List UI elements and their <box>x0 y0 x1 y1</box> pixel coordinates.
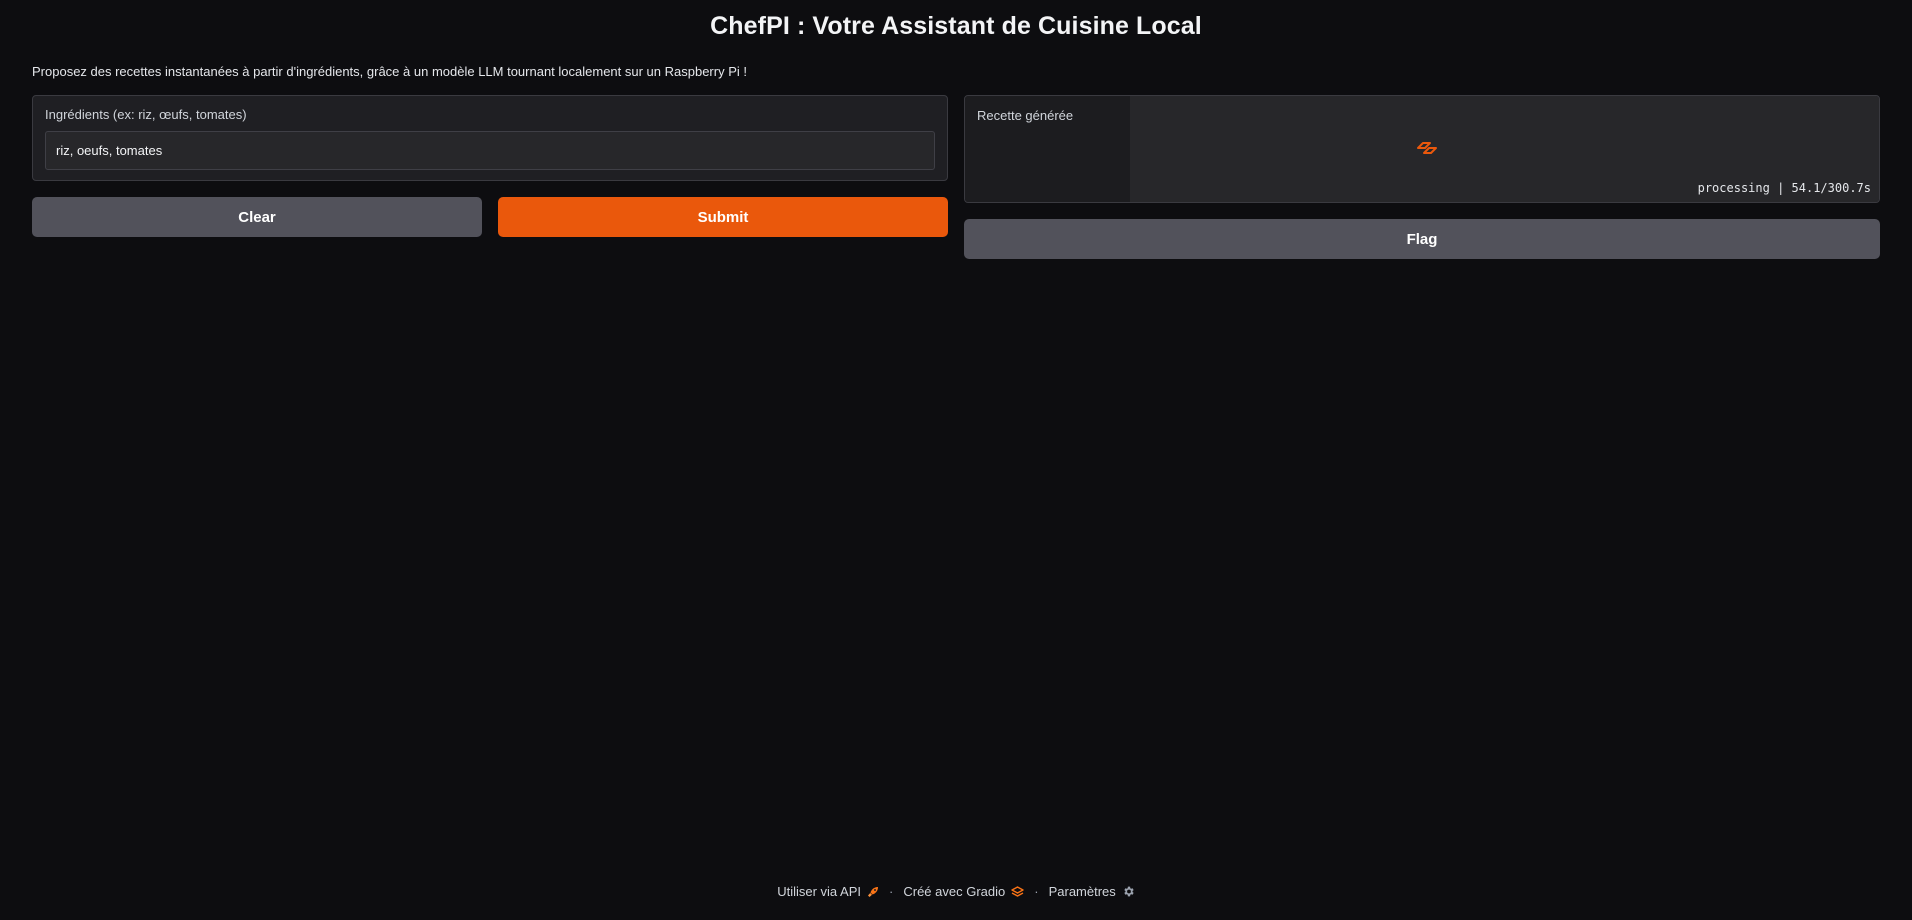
page-description: Proposez des recettes instantanées à par… <box>32 64 747 79</box>
settings-link[interactable]: Paramètres <box>1049 884 1135 899</box>
recipe-output-label-area: Recette générée <box>965 96 1130 202</box>
flag-row: Flag <box>964 219 1880 259</box>
flag-button[interactable]: Flag <box>964 219 1880 259</box>
footer: Utiliser via API · Créé avec Gradio · Pa… <box>0 884 1912 899</box>
gradio-link[interactable]: Créé avec Gradio <box>903 884 1024 899</box>
recipe-output-panel: Recette générée processing | 54.1/300.7s <box>964 95 1880 203</box>
main-columns: Ingrédients (ex: riz, œufs, tomates) riz… <box>32 95 1880 259</box>
recipe-output-content: processing | 54.1/300.7s <box>1130 96 1879 202</box>
ingredients-label: Ingrédients (ex: riz, œufs, tomates) <box>45 107 247 122</box>
app-root: ChefPI : Votre Assistant de Cuisine Loca… <box>0 0 1912 920</box>
footer-separator: · <box>1034 884 1039 899</box>
gradio-logo-icon <box>1011 885 1024 898</box>
clear-button[interactable]: Clear <box>32 197 482 237</box>
processing-status: processing | 54.1/300.7s <box>1697 181 1871 195</box>
submit-button[interactable]: Submit <box>498 197 948 237</box>
action-buttons: Clear Submit <box>32 197 948 237</box>
rocket-icon <box>867 886 879 898</box>
settings-link-label: Paramètres <box>1048 884 1116 899</box>
api-link-label: Utiliser via API <box>777 884 862 899</box>
ingredients-input-value: riz, oeufs, tomates <box>56 143 163 158</box>
ingredients-input[interactable]: riz, oeufs, tomates <box>45 131 935 170</box>
footer-separator: · <box>889 884 894 899</box>
ingredients-panel: Ingrédients (ex: riz, œufs, tomates) riz… <box>32 95 948 181</box>
input-column: Ingrédients (ex: riz, œufs, tomates) riz… <box>32 95 948 259</box>
api-link[interactable]: Utiliser via API <box>777 884 879 899</box>
gradio-link-label: Créé avec Gradio <box>903 884 1006 899</box>
gradio-loader-icon <box>1416 141 1438 155</box>
gear-icon <box>1122 885 1135 898</box>
recipe-output-label: Recette générée <box>977 108 1074 123</box>
output-column: Recette générée processing | 54.1/300.7s… <box>964 95 1880 259</box>
page-title: ChefPI : Votre Assistant de Cuisine Loca… <box>710 12 1202 40</box>
